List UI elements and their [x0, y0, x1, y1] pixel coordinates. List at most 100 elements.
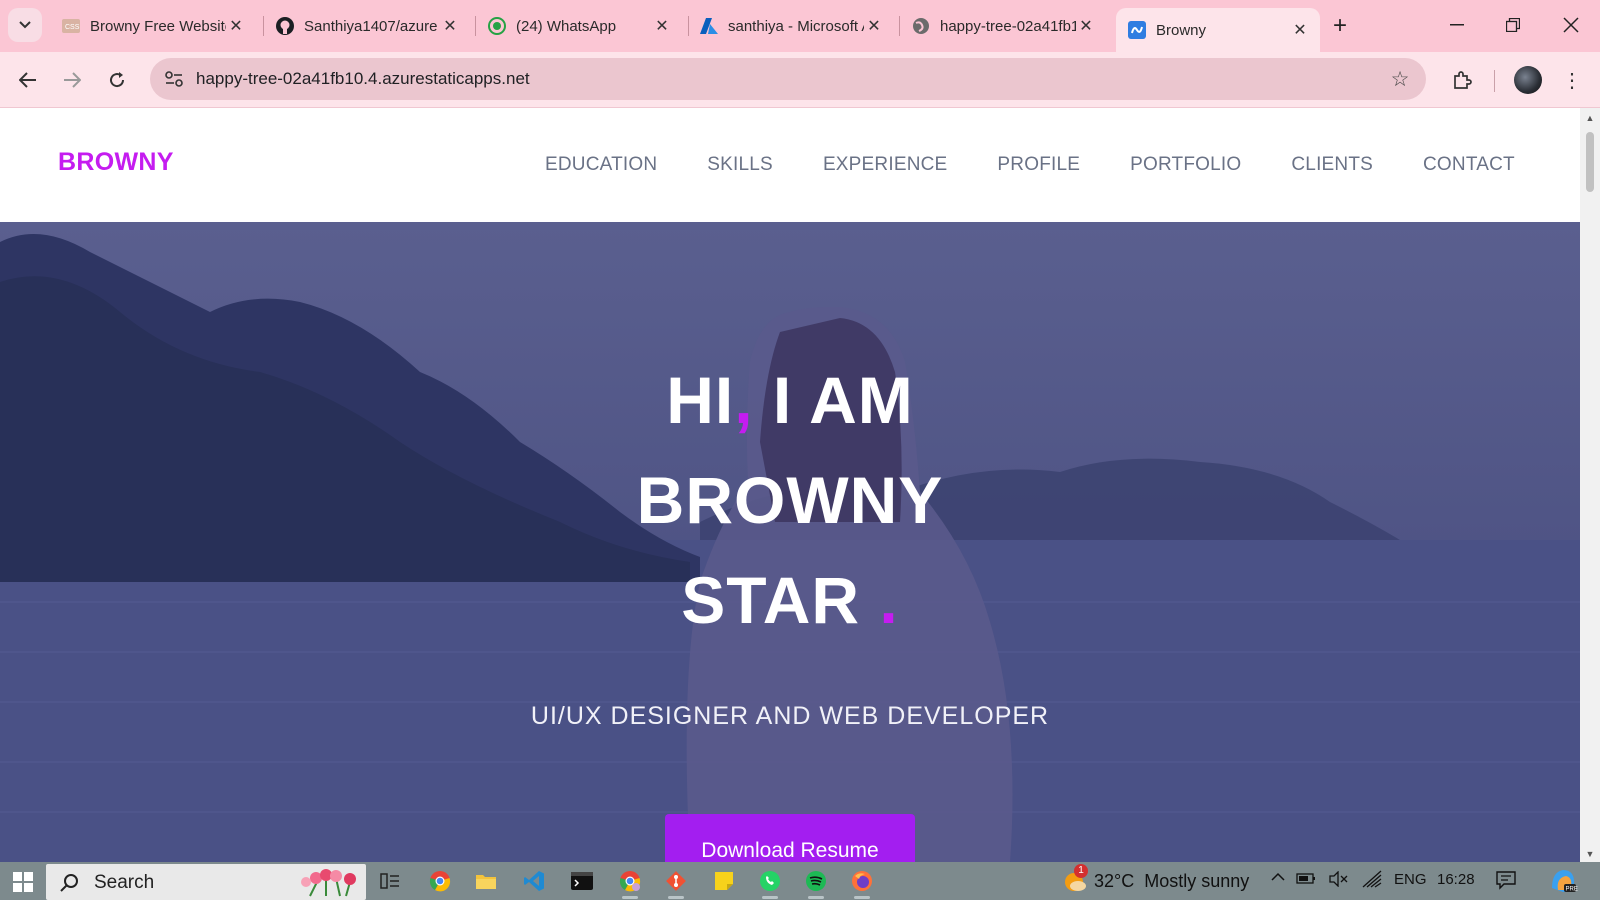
back-icon[interactable]: [12, 64, 44, 96]
flowers-icon: [301, 869, 356, 897]
tab-happy-tree[interactable]: happy-tree-02a41fb10 ✕: [900, 8, 1106, 44]
address-bar[interactable]: happy-tree-02a41fb10.4.azurestaticapps.n…: [150, 58, 1426, 100]
weather-badge: 1: [1074, 864, 1088, 878]
terminal-icon[interactable]: [568, 867, 596, 895]
site-nav: EDUCATION SKILLS EXPERIENCE PROFILE PORT…: [545, 154, 1565, 176]
taskbar-search-box[interactable]: Search: [46, 864, 366, 900]
weather-description: Mostly sunny: [1144, 870, 1250, 891]
clock[interactable]: 16:28: [1437, 871, 1475, 888]
tab-title: Browny Free Website: [90, 17, 226, 35]
browser-menu-icon[interactable]: ⋮: [1560, 64, 1584, 96]
running-indicator: [668, 896, 684, 899]
chrome-icon[interactable]: [426, 867, 454, 895]
new-tab-button[interactable]: +: [1326, 12, 1354, 40]
whatsapp-icon[interactable]: [756, 867, 784, 899]
close-icon[interactable]: ✕: [1076, 16, 1096, 36]
browser-toolbar: happy-tree-02a41fb10.4.azurestaticapps.n…: [0, 52, 1600, 108]
vscode-icon[interactable]: [520, 867, 548, 895]
nav-experience[interactable]: EXPERIENCE: [823, 154, 947, 176]
forward-icon[interactable]: [56, 64, 88, 96]
hero-line-3: STAR .: [0, 562, 1580, 638]
notifications-icon[interactable]: [1496, 870, 1516, 894]
site-logo[interactable]: BROWNY: [58, 148, 174, 177]
hero-i-am: I AM: [753, 363, 914, 437]
scroll-down-icon[interactable]: ▼: [1580, 846, 1600, 862]
hero-subtitle: UI/UX DESIGNER AND WEB DEVELOPER: [530, 702, 1050, 730]
battery-icon[interactable]: [1296, 871, 1316, 889]
azure-icon: [700, 17, 718, 35]
nav-clients[interactable]: CLIENTS: [1291, 154, 1373, 176]
close-icon[interactable]: ✕: [440, 16, 460, 36]
nav-skills[interactable]: SKILLS: [707, 154, 773, 176]
file-explorer-icon[interactable]: [472, 867, 500, 895]
windows-taskbar: Search 1 32°C Mostly sunny ENG 16:28 PRE: [0, 862, 1600, 900]
extensions-puzzle-icon[interactable]: [1446, 64, 1478, 96]
whatsapp-icon: [488, 17, 506, 35]
download-resume-button[interactable]: Download Resume: [665, 814, 915, 862]
tab-title: (24) WhatsApp: [516, 17, 617, 35]
css-icon: CSS: [62, 17, 80, 35]
page-scrollbar[interactable]: ▲ ▼: [1580, 108, 1600, 862]
copilot-icon[interactable]: PRE: [1548, 866, 1578, 900]
svg-text:PRE: PRE: [1566, 887, 1578, 893]
spotify-icon[interactable]: [802, 867, 830, 899]
tab-title: Santhiya1407/azure: [304, 17, 438, 35]
profile-avatar[interactable]: [1514, 66, 1542, 94]
running-indicator: [762, 896, 778, 899]
sticky-notes-icon[interactable]: [710, 867, 738, 895]
tab-whatsapp[interactable]: (24) WhatsApp ✕: [476, 8, 682, 44]
reload-icon[interactable]: [101, 64, 133, 96]
hero-background-image: [0, 234, 1580, 862]
site-settings-icon[interactable]: [162, 67, 186, 91]
close-icon[interactable]: ✕: [652, 16, 672, 36]
search-icon: [58, 872, 80, 894]
close-icon[interactable]: ✕: [864, 16, 884, 36]
scrollbar-thumb[interactable]: [1586, 132, 1594, 192]
weather-widget[interactable]: 1 32°C Mostly sunny: [1062, 864, 1250, 894]
globe-icon: [912, 17, 930, 35]
wifi-icon[interactable]: [1362, 870, 1382, 892]
running-indicator: [808, 896, 824, 899]
nav-portfolio[interactable]: PORTFOLIO: [1130, 154, 1241, 176]
github-icon: [276, 17, 294, 35]
tab-github[interactable]: Santhiya1407/azure ✕: [264, 8, 470, 44]
page-viewport: BROWNY EDUCATION SKILLS EXPERIENCE PROFI…: [0, 108, 1580, 862]
scroll-up-icon[interactable]: ▲: [1580, 110, 1600, 126]
nav-profile[interactable]: PROFILE: [997, 154, 1080, 176]
hero-comma: ,: [734, 363, 754, 437]
search-label: Search: [94, 872, 155, 893]
chrome-profile-icon[interactable]: [616, 867, 644, 899]
hero-line-1: HI, I AM: [0, 362, 1580, 438]
url-text[interactable]: happy-tree-02a41fb10.4.azurestaticapps.n…: [196, 69, 530, 89]
running-indicator: [854, 896, 870, 899]
task-view-icon[interactable]: [376, 867, 404, 895]
windows-start-icon[interactable]: [8, 869, 38, 895]
volume-muted-icon[interactable]: [1328, 870, 1348, 891]
weather-sun-icon: 1: [1062, 864, 1088, 894]
git-icon[interactable]: [662, 867, 690, 899]
hero-hi: HI: [666, 363, 735, 437]
close-icon[interactable]: ✕: [1290, 20, 1310, 40]
window-close-icon[interactable]: [1556, 10, 1586, 40]
tab-browny-free-website[interactable]: CSS Browny Free Website ✕: [50, 8, 256, 44]
close-icon[interactable]: ✕: [226, 16, 246, 36]
tab-azure[interactable]: santhiya - Microsoft Azure ✕: [688, 8, 894, 44]
nav-education[interactable]: EDUCATION: [545, 154, 657, 176]
show-hidden-icons-icon[interactable]: [1270, 870, 1286, 887]
tab-search-button[interactable]: [8, 8, 42, 42]
toolbar-separator: [1494, 70, 1495, 92]
bookmark-star-icon[interactable]: ☆: [1388, 67, 1412, 91]
browser-tabstrip: CSS Browny Free Website ✕ Santhiya1407/a…: [0, 0, 1600, 52]
svg-text:CSS: CSS: [65, 24, 80, 31]
tab-browny-active[interactable]: Browny ✕: [1116, 8, 1320, 52]
minimize-icon[interactable]: [1442, 10, 1472, 40]
tab-title: santhiya - Microsoft Azure: [728, 17, 864, 35]
tab-title: happy-tree-02a41fb10: [940, 17, 1076, 35]
hero-star: STAR: [681, 563, 861, 637]
nav-contact[interactable]: CONTACT: [1423, 154, 1515, 176]
hero-line-2: BROWNY: [636, 463, 944, 537]
running-indicator: [622, 896, 638, 899]
restore-icon[interactable]: [1498, 10, 1528, 40]
language-indicator[interactable]: ENG: [1394, 871, 1427, 888]
firefox-icon[interactable]: [848, 867, 876, 899]
